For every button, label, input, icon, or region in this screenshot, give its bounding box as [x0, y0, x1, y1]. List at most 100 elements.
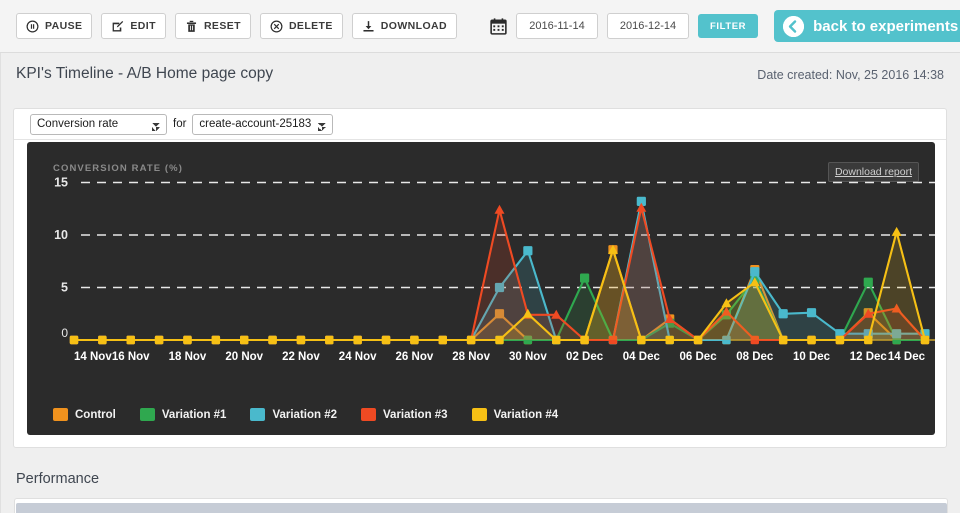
date-to-input[interactable]	[606, 13, 689, 39]
chart-data-point	[126, 335, 135, 345]
legend-swatch-icon	[250, 408, 266, 421]
chart-data-point	[296, 335, 306, 345]
performance-heading: Performance	[16, 471, 100, 487]
delete-button[interactable]: DELETE	[259, 13, 343, 39]
x-axis-tick: 28 Nov	[452, 351, 490, 363]
chart-data-point	[863, 277, 873, 287]
chart-data-point	[211, 335, 221, 345]
legend-swatch-icon	[139, 408, 155, 421]
chart-data-point	[835, 335, 845, 345]
chart-data-point	[806, 308, 817, 318]
kpi-selector-bar: Conversion rate for create-account-25183	[14, 109, 946, 140]
chart-data-point	[665, 335, 674, 345]
x-axis-tick: 12 Dec	[850, 351, 888, 363]
delete-circle-icon	[270, 20, 283, 33]
chart-data-point	[240, 335, 249, 345]
chart-data-point	[637, 335, 646, 345]
legend-swatch-icon	[361, 408, 377, 421]
date-created-label: Date created: Nov, 25 2016 14:38	[757, 68, 944, 82]
experiment-detail-page: PAUSE EDIT RESET DELETE DOWNLOAD 2016-11…	[0, 0, 960, 513]
chart-plot-area: 0 5 10 15 14 Nov 16 Nov 18 Nov 20 Nov 22 Nov 24 N…	[54, 176, 935, 363]
legend-label: Variation #4	[493, 408, 559, 421]
pause-button[interactable]: PAUSE	[16, 13, 93, 39]
legend-swatch-icon	[53, 408, 68, 421]
legend-item-1[interactable]: Control	[53, 408, 116, 421]
pause-button-label: PAUSE	[45, 20, 83, 32]
edit-button-label: EDIT	[130, 20, 156, 32]
chart-data-point	[920, 335, 930, 345]
legend-label: Variation #2	[272, 408, 338, 421]
chart-data-point	[353, 335, 362, 345]
chart-legend: Control Variation #1 Variation #2 Variation…	[53, 408, 558, 421]
chart-data-point	[778, 309, 788, 319]
chart-data-point	[268, 335, 277, 345]
action-toolbar: PAUSE EDIT RESET DELETE DOWNLOAD 2016-11…	[0, 0, 960, 53]
back-to-experiments-label: back to experiments	[813, 17, 959, 35]
x-axis-tick: 20 Nov	[225, 351, 263, 363]
calendar-icon	[490, 17, 507, 35]
x-axis-tick: 18 Nov	[169, 351, 207, 363]
legend-item-5[interactable]: Variation #4	[471, 408, 559, 421]
edit-button[interactable]: EDIT	[101, 13, 166, 39]
chart-data-point	[580, 273, 590, 283]
pause-circle-icon	[26, 20, 39, 33]
y-axis-tick: 0	[61, 326, 68, 340]
chart-data-point	[69, 335, 79, 345]
chart-data-point	[466, 335, 476, 345]
title-row: KPI's Timeline - A/B Home page copy Date…	[0, 53, 960, 101]
back-to-experiments-button[interactable]: back to experiments	[774, 10, 960, 42]
reset-button-label: RESET	[203, 20, 241, 32]
download-button-label: DOWNLOAD	[380, 20, 447, 32]
date-from-input[interactable]	[515, 13, 598, 39]
y-axis-tick: 5	[61, 281, 68, 295]
chart-data-point	[891, 226, 902, 236]
chart-data-point	[864, 335, 873, 345]
chart-data-point	[438, 335, 447, 345]
chart-data-point	[410, 335, 419, 345]
for-label: for	[173, 118, 187, 130]
performance-table-header	[16, 503, 947, 513]
goal-select[interactable]: create-account-25183	[192, 113, 334, 135]
filter-button[interactable]: FILTER	[697, 14, 759, 38]
x-axis-tick: 10 Dec	[793, 351, 831, 363]
chart-data-point	[807, 335, 816, 345]
chart-data-point	[183, 335, 192, 345]
chart-data-point	[494, 204, 505, 214]
x-axis-tick: 14 Dec	[888, 351, 926, 363]
x-axis-tick: 16 Nov	[112, 351, 150, 363]
download-tray-icon	[362, 20, 375, 33]
arrow-left-circle-icon	[783, 15, 805, 37]
x-axis-tick: 30 Nov	[509, 351, 547, 363]
legend-item-2[interactable]: Variation #1	[139, 408, 227, 421]
chart-data-point	[552, 335, 561, 345]
reset-button[interactable]: RESET	[174, 13, 251, 39]
kpi-select[interactable]: Conversion rate	[30, 113, 167, 135]
delete-button-label: DELETE	[288, 20, 333, 32]
x-axis-tick: 14 Nov	[74, 351, 112, 363]
x-axis-tick: 08 Dec	[736, 351, 774, 363]
x-axis-tick: 06 Dec	[680, 351, 718, 363]
x-axis-tick: 26 Nov	[396, 351, 434, 363]
legend-item-3[interactable]: Variation #2	[250, 408, 337, 421]
chart-data-point	[580, 335, 589, 345]
download-button[interactable]: DOWNLOAD	[351, 13, 457, 39]
conversion-rate-chart: CONVERSION RATE (%) Download report 0 5 10…	[27, 142, 935, 435]
chart-data-point	[98, 335, 107, 345]
x-axis-tick: 04 Dec	[623, 351, 661, 363]
chart-data-point	[523, 246, 533, 256]
chart-data-point	[778, 335, 788, 345]
legend-label: Variation #3	[383, 408, 448, 421]
legend-item-4[interactable]: Variation #3	[361, 408, 448, 421]
y-axis-tick: 15	[54, 176, 68, 190]
edit-pencil-icon	[111, 20, 124, 33]
kpi-timeline-card: Conversion rate for create-account-25183…	[13, 108, 947, 448]
chart-data-point	[381, 335, 391, 345]
y-axis-tick: 10	[54, 228, 68, 242]
chart-data-point	[495, 335, 504, 345]
legend-label: Variation #1	[161, 408, 227, 421]
left-rail-divider	[0, 53, 1, 513]
chart-data-point	[693, 335, 703, 345]
legend-label: Control	[75, 408, 116, 421]
x-axis-tick: 24 Nov	[339, 351, 377, 363]
trash-reset-icon	[185, 20, 198, 33]
